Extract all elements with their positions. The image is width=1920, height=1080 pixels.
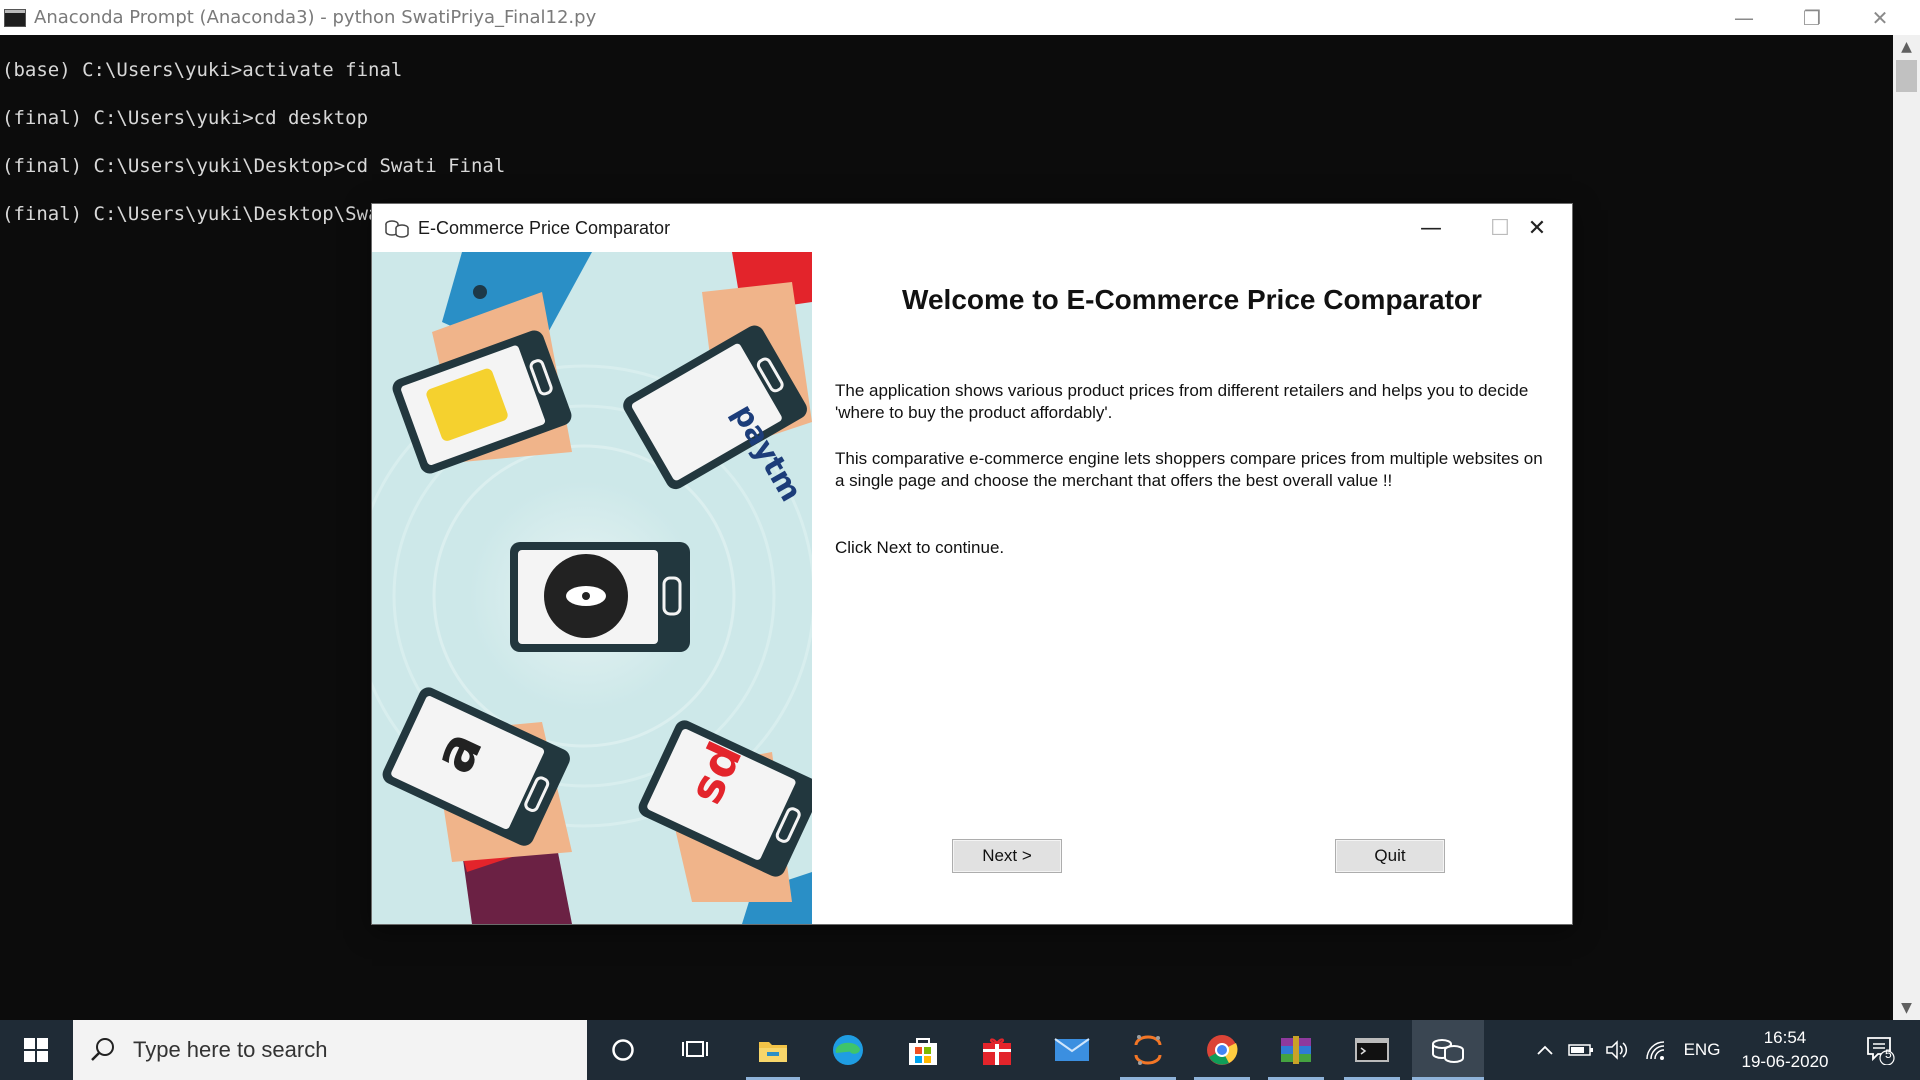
dialog-title: E-Commerce Price Comparator — [418, 217, 671, 238]
dialog-titlebar: E-Commerce Price Comparator — ☐ ✕ — [372, 204, 1572, 252]
chrome-button[interactable] — [1186, 1020, 1258, 1080]
cortana-button[interactable] — [590, 1020, 656, 1080]
search-placeholder: Type here to search — [133, 1037, 328, 1062]
network-button[interactable] — [1640, 1020, 1672, 1080]
console-minimize-button[interactable]: — — [1710, 0, 1778, 35]
terminal-button[interactable] — [1336, 1020, 1408, 1080]
show-hidden-icons-button[interactable] — [1530, 1020, 1560, 1080]
store-icon — [909, 1038, 937, 1065]
welcome-heading: Welcome to E-Commerce Price Comparator — [902, 284, 1482, 315]
terminal-icon — [1355, 1038, 1389, 1062]
windows-logo-icon — [24, 1038, 48, 1062]
clock-time: 16:54 — [1763, 1028, 1807, 1047]
jupyter-button[interactable] — [1112, 1020, 1184, 1080]
mail-icon — [1054, 1038, 1090, 1061]
scrollbar-thumb[interactable] — [1896, 60, 1917, 92]
edge-icon — [833, 1035, 863, 1065]
console-line: (final) C:\Users\yuki\Desktop\Swat — [2, 203, 391, 225]
winrar-button[interactable] — [1260, 1020, 1332, 1080]
volume-button[interactable] — [1602, 1020, 1634, 1080]
chrome-icon — [1207, 1035, 1238, 1065]
scroll-up-arrow-icon[interactable]: ▲ — [1893, 37, 1920, 57]
python-app-button[interactable] — [1412, 1020, 1484, 1080]
description-paragraph-1: The application shows various product pr… — [835, 381, 1529, 422]
console-close-button[interactable]: ✕ — [1846, 0, 1914, 35]
quit-button[interactable]: Quit — [1335, 839, 1445, 873]
cortana-icon — [612, 1039, 634, 1061]
task-view-icon — [682, 1041, 708, 1057]
scroll-down-arrow-icon[interactable]: ▼ — [1893, 998, 1920, 1018]
notification-count-badge: 5 — [1885, 1047, 1892, 1061]
mail-button[interactable] — [1036, 1020, 1108, 1080]
clock[interactable]: 16:54 19-06-2020 — [1732, 1020, 1838, 1080]
winrar-icon — [1281, 1036, 1311, 1064]
language-indicator[interactable]: ENG — [1680, 1020, 1724, 1080]
console-title: Anaconda Prompt (Anaconda3) - python Swa… — [34, 7, 597, 28]
search-icon — [91, 1038, 114, 1061]
clock-date: 19-06-2020 — [1741, 1052, 1829, 1071]
coins-app-icon — [385, 220, 409, 238]
edge-button[interactable] — [812, 1020, 884, 1080]
task-view-button[interactable] — [662, 1020, 728, 1080]
chevron-up-icon — [1537, 1045, 1553, 1055]
description-paragraph-2: This comparative e-commerce engine lets … — [835, 449, 1543, 490]
ecommerce-illustration: paytm a sd — [372, 252, 812, 924]
store-button[interactable] — [888, 1020, 958, 1080]
wifi-icon — [1646, 1041, 1665, 1060]
speaker-icon — [1606, 1040, 1628, 1060]
console-restore-button[interactable]: ❐ — [1778, 0, 1846, 35]
continue-instruction: Click Next to continue. — [835, 538, 1005, 557]
coins-app-icon — [1432, 1039, 1464, 1063]
file-explorer-icon — [759, 1042, 787, 1062]
dialog-minimize-button[interactable]: — — [1396, 204, 1466, 252]
battery-button[interactable] — [1566, 1020, 1596, 1080]
next-button[interactable]: Next > — [952, 839, 1062, 873]
console-scrollbar[interactable]: ▲ ▼ — [1893, 35, 1920, 1020]
console-line: (final) C:\Users\yuki\Desktop>cd Swati F… — [2, 155, 506, 177]
phones-illustration-icon: paytm a sd — [372, 252, 812, 924]
console-line: (base) C:\Users\yuki>activate final — [2, 59, 403, 81]
price-comparator-dialog: E-Commerce Price Comparator — ☐ ✕ paytm … — [372, 204, 1572, 924]
file-explorer-button[interactable] — [738, 1020, 808, 1080]
battery-icon — [1568, 1044, 1593, 1056]
console-icon — [4, 8, 26, 27]
taskbar: Type here to search ENG 16:54 19-06-2020… — [0, 1020, 1920, 1080]
start-button[interactable] — [0, 1020, 72, 1080]
taskbar-search-box[interactable]: Type here to search — [73, 1020, 587, 1080]
action-center-button[interactable]: 5 — [1852, 1020, 1908, 1080]
gift-icon — [983, 1038, 1011, 1065]
jupyter-icon — [1134, 1035, 1162, 1065]
console-titlebar: Anaconda Prompt (Anaconda3) - python Swa… — [0, 0, 1920, 35]
console-line: (final) C:\Users\yuki>cd desktop — [2, 107, 369, 129]
dialog-close-button[interactable]: ✕ — [1502, 204, 1572, 252]
gift-app-button[interactable] — [962, 1020, 1032, 1080]
